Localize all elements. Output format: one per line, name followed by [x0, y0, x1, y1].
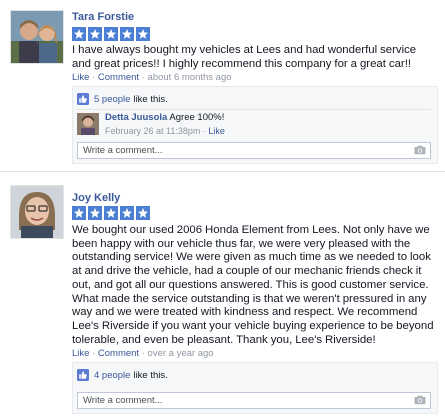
- reply-timestamp[interactable]: February 26 at 11:38pm: [105, 126, 200, 136]
- avatar[interactable]: [77, 113, 99, 135]
- reply-meta: February 26 at 11:38pm · Like: [105, 126, 225, 136]
- likes-suffix: like this.: [133, 369, 168, 381]
- star-icon: [88, 27, 102, 41]
- likes-summary: 5 people like this.: [77, 91, 168, 107]
- likers-link[interactable]: 4 people: [94, 370, 130, 381]
- like-link[interactable]: Like: [72, 348, 89, 359]
- camera-icon[interactable]: [414, 395, 426, 405]
- star-icon: [136, 27, 150, 41]
- separator: ·: [139, 348, 148, 359]
- comment-placeholder: Write a comment...: [83, 395, 163, 406]
- divider: [0, 171, 445, 172]
- avatar[interactable]: [10, 10, 64, 64]
- post-timestamp[interactable]: about 6 months ago: [148, 72, 232, 83]
- star-rating: [72, 206, 150, 221]
- comment-placeholder: Write a comment...: [83, 145, 163, 156]
- star-icon: [104, 27, 118, 41]
- post-timestamp[interactable]: over a year ago: [148, 348, 214, 359]
- reply-text-line: Detta Juusola Agree 100%!: [105, 112, 224, 124]
- reply-body: Agree 100%!: [169, 112, 225, 123]
- likes-summary: 4 people like this.: [77, 367, 168, 383]
- review-text: We bought our used 2006 Honda Element fr…: [72, 224, 434, 346]
- reply-like-link[interactable]: Like: [208, 126, 225, 136]
- camera-icon[interactable]: [414, 145, 426, 155]
- likers-link[interactable]: 5 people: [94, 94, 130, 105]
- star-icon: [72, 27, 86, 41]
- feedback-panel: 5 people like this. Detta Juusola Agree …: [72, 86, 438, 164]
- star-icon: [120, 206, 134, 220]
- likes-suffix: like this.: [133, 93, 168, 105]
- separator: ·: [139, 72, 148, 83]
- star-icon: [120, 27, 134, 41]
- like-link[interactable]: Like: [72, 72, 89, 83]
- reviewer-name[interactable]: Joy Kelly: [72, 191, 120, 205]
- star-icon: [88, 206, 102, 220]
- review-text: I have always bought my vehicles at Lees…: [72, 44, 417, 70]
- separator: ·: [89, 72, 98, 83]
- reviewer-name[interactable]: Tara Forstie: [72, 10, 134, 24]
- avatar[interactable]: [10, 185, 64, 239]
- star-icon: [104, 206, 118, 220]
- reply-author[interactable]: Detta Juusola: [105, 112, 167, 123]
- separator: ·: [89, 348, 98, 359]
- comment-input[interactable]: Write a comment...: [77, 392, 431, 409]
- star-rating: [72, 27, 150, 42]
- review-post: Joy Kelly We bought our used 2006 Honda …: [0, 176, 445, 418]
- star-icon: [136, 206, 150, 220]
- comment-input[interactable]: Write a comment...: [77, 142, 431, 159]
- comment-link[interactable]: Comment: [98, 348, 139, 359]
- post-actions: Like · Comment · about 6 months ago: [72, 72, 232, 84]
- thumbs-up-icon: [77, 369, 89, 381]
- star-icon: [72, 206, 86, 220]
- reply-comment: Detta Juusola Agree 100%! February 26 at…: [77, 109, 431, 139]
- post-actions: Like · Comment · over a year ago: [72, 348, 214, 360]
- thumbs-up-icon: [77, 93, 89, 105]
- comment-link[interactable]: Comment: [98, 72, 139, 83]
- review-post: Tara Forstie I have always bought my veh…: [0, 0, 445, 170]
- feedback-panel: 4 people like this. Write a comment...: [72, 362, 438, 414]
